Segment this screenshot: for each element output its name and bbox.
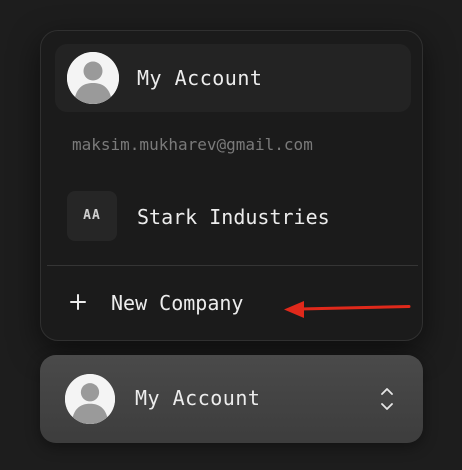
red-arrow-annotation (284, 301, 411, 318)
plus-icon (69, 293, 87, 311)
menu-divider (47, 265, 418, 266)
chevron-up-down-icon[interactable] (379, 385, 395, 413)
switcher-account-label: My Account (135, 386, 261, 410)
user-avatar-icon (65, 374, 115, 424)
company-name-label: Stark Industries (137, 205, 330, 229)
new-company-label: New Company (111, 291, 244, 315)
user-avatar-icon (67, 52, 119, 104)
menu-item-company[interactable]: AA Stark Industries (55, 181, 411, 251)
account-menu: My Account maksim.mukharev@gmail.com AA … (40, 30, 423, 341)
account-email: maksim.mukharev@gmail.com (72, 135, 313, 154)
menu-item-my-account[interactable]: My Account (55, 44, 411, 112)
app-canvas: My Account maksim.mukharev@gmail.com AA … (0, 0, 462, 470)
account-switcher-button[interactable]: My Account (40, 355, 423, 443)
company-initials-badge: AA (67, 191, 117, 241)
menu-account-label: My Account (137, 66, 263, 90)
